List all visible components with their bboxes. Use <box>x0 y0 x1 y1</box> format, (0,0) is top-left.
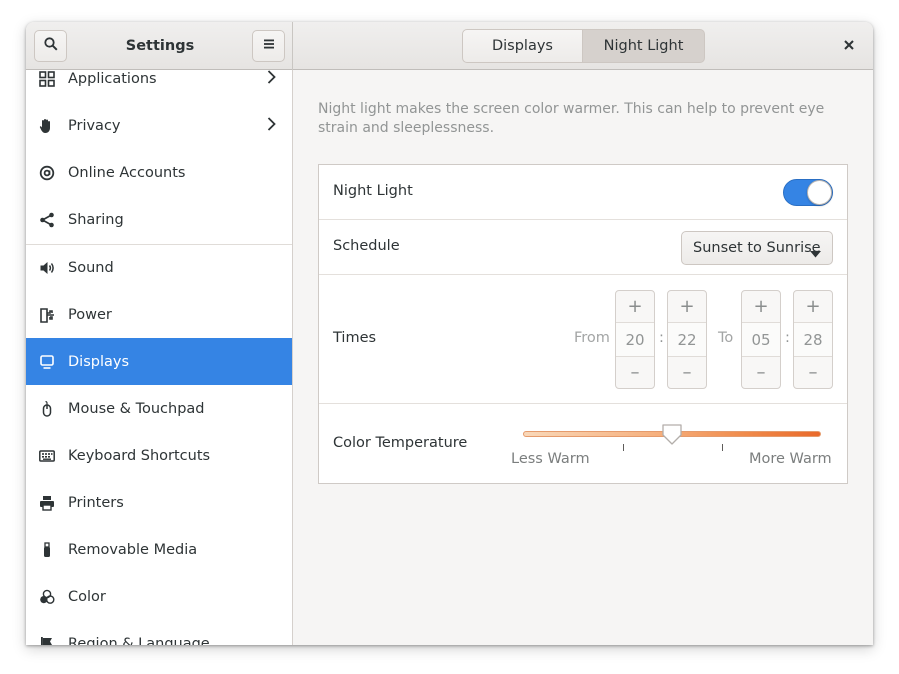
sidebar-item-sound[interactable]: Sound <box>26 244 292 291</box>
sidebar-item-label: Sound <box>68 259 114 276</box>
speaker-icon <box>39 260 55 276</box>
color-temperature-label: Color Temperature <box>333 435 468 451</box>
share-icon <box>39 212 55 228</box>
sidebar-item-label: Removable Media <box>68 541 198 558</box>
from-hour-increment-button[interactable]: + <box>616 291 654 323</box>
to-hour-increment-button[interactable]: + <box>742 291 780 323</box>
at-sign-icon <box>39 165 55 181</box>
time-separator: : <box>785 330 790 346</box>
from-minute-value[interactable]: 22 <box>668 323 706 356</box>
night-light-switch[interactable] <box>783 179 833 206</box>
sidebar-item-privacy[interactable]: Privacy <box>26 102 292 149</box>
to-minute-spinner: + 28 – <box>793 290 833 389</box>
sidebar-item-sharing[interactable]: Sharing <box>26 196 292 243</box>
power-plug-icon <box>39 307 55 323</box>
close-button[interactable] <box>833 30 865 62</box>
applications-grid-icon <box>39 70 55 87</box>
sidebar-item-label: Sharing <box>68 211 124 228</box>
hamburger-menu-icon <box>263 38 275 54</box>
from-hour-spinner: + 20 – <box>615 290 655 389</box>
dropdown-arrow-icon <box>810 246 821 262</box>
to-label: To <box>718 330 734 346</box>
sidebar-item-label: Online Accounts <box>68 164 186 181</box>
sidebar-item-label: Printers <box>68 494 124 511</box>
night-light-page: Night light makes the screen color warme… <box>294 70 873 645</box>
slider-tick-mark <box>722 444 723 451</box>
schedule-dropdown[interactable]: Sunset to Sunrise <box>681 231 833 265</box>
keyboard-icon <box>39 448 55 464</box>
sidebar-item-label: Privacy <box>68 117 121 134</box>
sidebar-item-region-language[interactable]: Region & Language <box>26 620 292 645</box>
to-minute-value[interactable]: 28 <box>794 323 832 356</box>
sidebar-item-label: Displays <box>68 353 130 370</box>
chevron-right-icon <box>267 70 276 88</box>
sidebar-item-power[interactable]: Power <box>26 291 292 338</box>
sidebar-item-label: Applications <box>68 70 157 87</box>
monitor-icon <box>39 354 55 370</box>
sidebar-item-displays[interactable]: Displays <box>26 338 292 385</box>
more-warm-label: More Warm <box>749 451 832 467</box>
from-minute-increment-button[interactable]: + <box>668 291 706 323</box>
app-title: Settings <box>125 38 195 54</box>
times-row: Times From + 20 – : + 22 – To + 05 –: +… <box>319 275 847 404</box>
time-separator: : <box>659 330 664 346</box>
sidebar-item-keyboard-shortcuts[interactable]: Keyboard Shortcuts <box>26 432 292 479</box>
schedule-value: Sunset to Sunrise <box>693 240 821 256</box>
night-light-label: Night Light <box>333 183 413 199</box>
slider-tick-mark <box>623 444 624 451</box>
to-hour-spinner: + 05 – <box>741 290 781 389</box>
usb-drive-icon <box>39 541 55 558</box>
less-warm-label: Less Warm <box>511 451 590 467</box>
to-minute-decrement-button[interactable]: – <box>794 356 832 388</box>
sidebar-item-mouse-touchpad[interactable]: Mouse & Touchpad <box>26 385 292 432</box>
search-icon <box>43 37 58 55</box>
privacy-hand-icon <box>39 118 55 134</box>
chevron-right-icon <box>267 116 276 135</box>
switch-knob <box>807 180 832 205</box>
night-light-row: Night Light <box>319 165 847 220</box>
from-minute-spinner: + 22 – <box>667 290 707 389</box>
times-label: Times <box>333 330 377 346</box>
search-button[interactable] <box>34 30 67 62</box>
to-hour-decrement-button[interactable]: – <box>742 356 780 388</box>
mouse-icon <box>39 400 55 417</box>
close-icon <box>844 38 854 54</box>
header-bar: Settings Displays Night Light <box>26 22 873 70</box>
schedule-label: Schedule <box>333 238 400 254</box>
sidebar-item-applications[interactable]: Applications <box>26 70 292 102</box>
settings-window: Settings Displays Night Light Applicatio… <box>26 22 873 645</box>
tab-night-light[interactable]: Night Light <box>583 29 705 63</box>
color-temperature-row: Color Temperature Less Warm More Warm <box>319 404 847 483</box>
to-hour-value[interactable]: 05 <box>742 323 780 356</box>
sidebar-item-online-accounts[interactable]: Online Accounts <box>26 149 292 196</box>
from-hour-decrement-button[interactable]: – <box>616 356 654 388</box>
schedule-row: Schedule Sunset to Sunrise <box>319 220 847 275</box>
view-switcher: Displays Night Light <box>462 29 705 63</box>
night-light-settings-list: Night Light Schedule Sunset to Sunrise T… <box>318 164 848 484</box>
from-hour-value[interactable]: 20 <box>616 323 654 356</box>
sidebar-item-label: Region & Language <box>68 635 210 646</box>
tab-displays[interactable]: Displays <box>462 29 583 63</box>
sidebar-item-label: Mouse & Touchpad <box>68 400 205 417</box>
sidebar-item-label: Color <box>68 588 106 605</box>
night-light-description: Night light makes the screen color warme… <box>318 101 825 136</box>
color-circles-icon <box>39 589 55 605</box>
to-minute-increment-button[interactable]: + <box>794 291 832 323</box>
from-label: From <box>574 330 610 346</box>
printer-icon <box>39 495 55 511</box>
primary-menu-button[interactable] <box>252 30 285 62</box>
sidebar: Applications Privacy Online Accounts Sha… <box>26 70 293 645</box>
color-temperature-slider-handle[interactable] <box>661 423 683 445</box>
sidebar-header: Settings <box>26 22 293 70</box>
sidebar-item-printers[interactable]: Printers <box>26 479 292 526</box>
flag-icon <box>39 636 55 645</box>
sidebar-item-label: Power <box>68 306 112 323</box>
sidebar-item-label: Keyboard Shortcuts <box>68 447 211 464</box>
from-minute-decrement-button[interactable]: – <box>668 356 706 388</box>
sidebar-item-color[interactable]: Color <box>26 573 292 620</box>
sidebar-item-removable-media[interactable]: Removable Media <box>26 526 292 573</box>
